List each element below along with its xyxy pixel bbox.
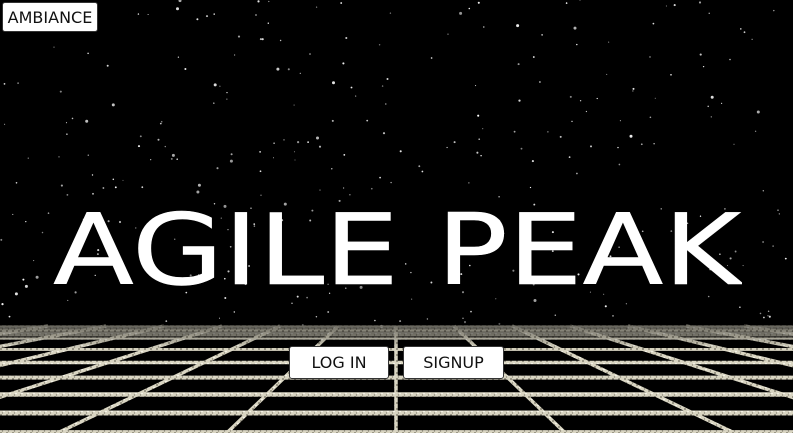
login-button[interactable]: LOG IN <box>289 346 389 379</box>
signup-button[interactable]: SIGNUP <box>403 346 504 379</box>
page-title-text: AGILE PEAK <box>53 208 742 290</box>
ambiance-button[interactable]: AMBIANCE <box>2 2 98 32</box>
landing-scene: AMBIANCE AGILE PEAK LOG IN SIGNUP <box>0 0 793 433</box>
page-title: AGILE PEAK <box>53 208 742 290</box>
